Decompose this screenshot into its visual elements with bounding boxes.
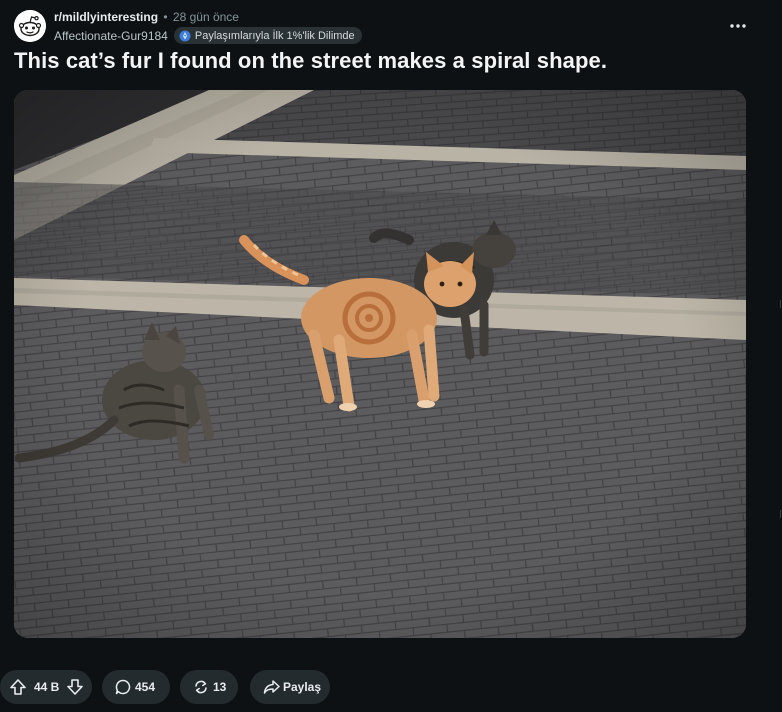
crosspost-button[interactable]: 13	[180, 670, 238, 704]
author-name[interactable]: Affectionate-Gur9184	[54, 29, 168, 43]
vote-count: 44 B	[34, 680, 60, 694]
achievement-flair[interactable]: Paylaşımlarıyla İlk 1%'lik Dilimde	[173, 27, 362, 44]
downvote-button[interactable]	[66, 678, 84, 696]
arrow-down-icon	[67, 679, 83, 695]
more-horizontal-icon	[730, 24, 746, 28]
rocket-icon	[179, 30, 191, 41]
comment-bubble-icon	[115, 679, 131, 695]
more-options-button[interactable]	[726, 16, 750, 36]
upvote-button[interactable]	[9, 678, 27, 696]
comments-button[interactable]: 454	[102, 670, 170, 704]
subreddit-name[interactable]: r/mildlyinteresting	[54, 10, 158, 24]
subreddit-avatar[interactable]	[14, 10, 46, 42]
arrow-up-icon	[10, 679, 26, 695]
crosspost-icon	[193, 679, 209, 695]
post-image[interactable]	[14, 90, 746, 638]
share-label: Paylaş	[283, 680, 322, 694]
post-page: r/mildlyinteresting • 28 gün önce Affect…	[0, 0, 782, 712]
post-action-bar: 44 B 454 13 Paylaş	[0, 670, 782, 704]
subreddit-line: r/mildlyinteresting • 28 gün önce	[54, 10, 239, 24]
cats-photo	[14, 90, 746, 638]
vote-control: 44 B	[0, 670, 92, 704]
reddit-snoo-icon	[14, 10, 46, 42]
share-arrow-icon	[263, 679, 280, 695]
post-header: r/mildlyinteresting • 28 gün önce Affect…	[14, 8, 764, 44]
crosspost-count: 13	[213, 680, 227, 694]
post-title[interactable]: This cat’s fur I found on the street mak…	[14, 48, 607, 74]
author-line: Affectionate-Gur9184 Paylaşımlarıyla İlk…	[54, 27, 362, 44]
post-timestamp: 28 gün önce	[172, 10, 239, 24]
flair-label: Paylaşımlarıyla İlk 1%'lik Dilimde	[194, 29, 355, 42]
comment-count: 454	[135, 680, 156, 694]
separator-dot: •	[163, 10, 168, 24]
share-button[interactable]: Paylaş	[250, 670, 330, 704]
